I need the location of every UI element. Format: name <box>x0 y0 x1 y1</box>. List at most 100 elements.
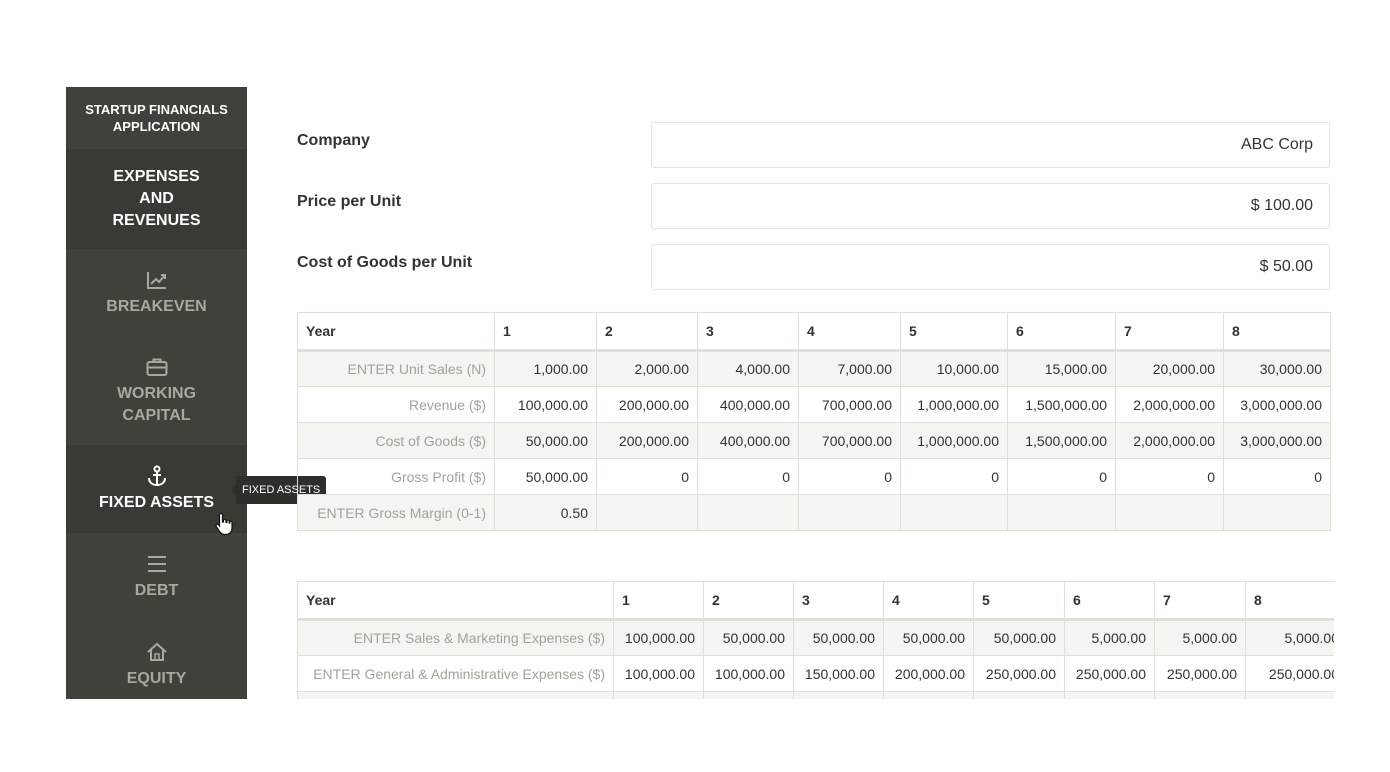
table-cell[interactable] <box>900 494 1008 531</box>
year-7-header: 7 <box>1115 312 1224 352</box>
table-row: Gross Profit ($) 50,000.00 0 0 0 0 0 0 0 <box>297 458 1331 495</box>
table-cell[interactable]: 2,000.00 <box>596 350 698 387</box>
table-cell[interactable] <box>1245 691 1334 699</box>
company-label: Company <box>297 132 370 149</box>
table-cell[interactable]: 20,000.00 <box>1115 350 1224 387</box>
revenue-table-header: Year 1 2 3 4 5 6 7 8 <box>297 312 1331 352</box>
table-cell[interactable] <box>596 494 698 531</box>
table-cell[interactable]: 250,000.00 <box>1154 655 1246 692</box>
nav-equity[interactable]: EQUITY <box>66 621 247 699</box>
table-row <box>297 691 1334 699</box>
table-cell[interactable]: 150,000.00 <box>793 655 884 692</box>
table-cell[interactable]: 250,000.00 <box>973 655 1065 692</box>
table-cell[interactable]: 2,000,000.00 <box>1115 386 1224 423</box>
table-cell[interactable] <box>1064 691 1155 699</box>
table-cell[interactable] <box>883 691 974 699</box>
table-cell[interactable] <box>1223 494 1331 531</box>
table-cell[interactable]: 7,000.00 <box>798 350 901 387</box>
table-cell[interactable]: 10,000.00 <box>900 350 1008 387</box>
table-cell[interactable] <box>703 691 794 699</box>
table-cell[interactable]: 50,000.00 <box>883 619 974 656</box>
year-header: Year <box>297 312 495 352</box>
table-cell[interactable]: 100,000.00 <box>494 386 597 423</box>
price-label: Price per Unit <box>297 193 402 210</box>
table-cell[interactable]: 5,000.00 <box>1154 619 1246 656</box>
nav-expenses-and-revenues[interactable]: EXPENSES AND REVENUES <box>66 149 247 249</box>
home-icon <box>146 640 168 664</box>
table-cell[interactable]: 0 <box>596 458 698 495</box>
nav-working-capital-label: WORKING CAPITAL <box>116 385 197 424</box>
price-input[interactable] <box>651 183 1330 229</box>
table-cell[interactable]: 200,000.00 <box>883 655 974 692</box>
table-cell[interactable] <box>793 691 884 699</box>
table-cell[interactable]: 250,000.00 <box>1245 655 1334 692</box>
table-cell[interactable]: 5,000.00 <box>1064 619 1155 656</box>
table-cell[interactable]: 5,000.00 <box>1245 619 1334 656</box>
table-row: Revenue ($) 100,000.00 200,000.00 400,000.0… <box>297 386 1331 423</box>
year-header: Year <box>297 581 614 621</box>
table-cell[interactable]: 2,000,000.00 <box>1115 422 1224 459</box>
table-cell[interactable]: 30,000.00 <box>1223 350 1331 387</box>
table-cell[interactable]: 0 <box>697 458 799 495</box>
table-row: ENTER Unit Sales (N) 1,000.00 2,000.00 4,00… <box>297 350 1331 387</box>
menu-bars-icon <box>146 552 168 576</box>
table-cell[interactable]: 0 <box>1007 458 1116 495</box>
year-6-header: 6 <box>1007 312 1116 352</box>
sidebar: STARTUP FINANCIALS APPLICATION EXPENSES … <box>66 87 247 699</box>
nav-breakeven[interactable]: BREAKEVEN <box>66 249 247 337</box>
company-input[interactable] <box>651 122 1330 168</box>
table-cell[interactable]: 100,000.00 <box>703 655 794 692</box>
table-cell[interactable]: 50,000.00 <box>494 422 597 459</box>
table-cell[interactable]: 0.50 <box>494 494 597 531</box>
expenses-table: Year 1 2 3 4 5 6 7 8 ENTER Sales & Marketing Exp… <box>297 581 1334 699</box>
table-cell[interactable] <box>697 494 799 531</box>
table-cell[interactable] <box>613 691 704 699</box>
table-cell[interactable]: 50,000.00 <box>793 619 884 656</box>
table-cell[interactable]: 1,500,000.00 <box>1007 422 1116 459</box>
year-6-header: 6 <box>1064 581 1155 621</box>
table-cell[interactable] <box>1115 494 1224 531</box>
table-cell[interactable]: 1,000,000.00 <box>900 422 1008 459</box>
expenses-table-scroll[interactable]: Year 1 2 3 4 5 6 7 8 ENTER Sales & Marketing Exp… <box>297 581 1334 699</box>
table-cell[interactable]: 50,000.00 <box>494 458 597 495</box>
table-row: ENTER General & Administrative Expenses … <box>297 655 1334 692</box>
table-cell[interactable]: 400,000.00 <box>697 386 799 423</box>
cogs-row: Cost of Goods per Unit <box>297 244 1330 290</box>
nav-working-capital[interactable]: WORKING CAPITAL <box>66 337 247 445</box>
table-cell[interactable]: 0 <box>1223 458 1331 495</box>
row-label: ENTER Gross Margin (0-1) <box>297 494 495 531</box>
table-cell[interactable] <box>798 494 901 531</box>
nav-debt[interactable]: DEBT <box>66 533 247 621</box>
table-cell[interactable] <box>1154 691 1246 699</box>
table-cell[interactable]: 3,000,000.00 <box>1223 422 1331 459</box>
table-cell[interactable] <box>973 691 1065 699</box>
table-cell[interactable]: 700,000.00 <box>798 422 901 459</box>
table-cell[interactable]: 50,000.00 <box>703 619 794 656</box>
table-cell[interactable]: 3,000,000.00 <box>1223 386 1331 423</box>
year-4-header: 4 <box>798 312 901 352</box>
table-cell[interactable]: 0 <box>900 458 1008 495</box>
table-cell[interactable]: 15,000.00 <box>1007 350 1116 387</box>
table-cell[interactable]: 50,000.00 <box>973 619 1065 656</box>
table-cell[interactable]: 0 <box>798 458 901 495</box>
table-cell[interactable]: 1,500,000.00 <box>1007 386 1116 423</box>
year-4-header: 4 <box>883 581 974 621</box>
table-cell[interactable] <box>1007 494 1116 531</box>
table-cell[interactable]: 1,000.00 <box>494 350 597 387</box>
year-5-header: 5 <box>973 581 1065 621</box>
table-cell[interactable]: 1,000,000.00 <box>900 386 1008 423</box>
cogs-input[interactable] <box>651 244 1330 290</box>
cogs-label: Cost of Goods per Unit <box>297 254 473 271</box>
row-label: ENTER General & Administrative Expenses … <box>297 655 614 692</box>
table-cell[interactable]: 200,000.00 <box>596 422 698 459</box>
table-cell[interactable]: 0 <box>1115 458 1224 495</box>
table-cell[interactable]: 100,000.00 <box>613 619 704 656</box>
table-cell[interactable]: 250,000.00 <box>1064 655 1155 692</box>
table-cell[interactable]: 700,000.00 <box>798 386 901 423</box>
table-cell[interactable]: 4,000.00 <box>697 350 799 387</box>
table-cell[interactable]: 100,000.00 <box>613 655 704 692</box>
table-cell[interactable]: 400,000.00 <box>697 422 799 459</box>
year-8-header: 8 <box>1223 312 1331 352</box>
year-3-header: 3 <box>697 312 799 352</box>
table-cell[interactable]: 200,000.00 <box>596 386 698 423</box>
